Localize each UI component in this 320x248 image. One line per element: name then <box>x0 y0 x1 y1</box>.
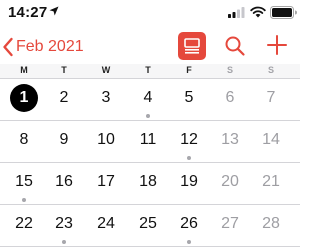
day-cell[interactable]: 25 <box>134 210 162 238</box>
battery-icon <box>270 6 297 19</box>
location-arrow-icon <box>49 6 59 16</box>
day-cell[interactable]: 19 <box>175 168 203 196</box>
wifi-icon <box>250 6 266 18</box>
day-cell[interactable]: 27 <box>216 210 244 238</box>
week-row: 15 16 17 18 19 20 21 <box>0 163 300 205</box>
day-cell[interactable]: 23 <box>50 210 78 244</box>
add-event-icon[interactable] <box>266 34 288 56</box>
back-to-month-button[interactable]: Feb 2021 <box>2 36 84 58</box>
day-number: 18 <box>139 173 157 190</box>
day-cell[interactable]: 4 <box>134 84 162 118</box>
day-number: 25 <box>139 215 157 232</box>
day-number: 24 <box>97 215 115 232</box>
day-number: 26 <box>180 215 198 232</box>
day-number: 27 <box>221 215 239 232</box>
weekday-label: F <box>186 65 192 75</box>
event-indicator-dot <box>187 240 191 244</box>
day-number: 12 <box>180 131 198 148</box>
day-cell[interactable]: 12 <box>175 126 203 160</box>
day-number: 22 <box>15 215 33 232</box>
day-number: 1 <box>10 84 38 112</box>
day-cell-today[interactable]: 1 <box>10 84 38 112</box>
day-cell[interactable]: 7 <box>257 84 285 112</box>
list-view-toggle-button[interactable] <box>178 32 206 60</box>
day-cell[interactable]: 28 <box>257 210 285 238</box>
week-row: 1 2 3 4 5 6 7 <box>0 79 300 121</box>
weekday-label: T <box>145 65 151 75</box>
day-number: 28 <box>262 215 280 232</box>
day-cell[interactable]: 10 <box>92 126 120 154</box>
day-number: 2 <box>59 89 69 106</box>
day-cell[interactable]: 9 <box>50 126 78 154</box>
weekday-label: M <box>20 65 28 75</box>
day-number: 8 <box>19 131 29 148</box>
day-number: 7 <box>266 89 276 106</box>
event-indicator-dot <box>62 240 66 244</box>
day-number: 20 <box>221 173 239 190</box>
day-number: 17 <box>97 173 115 190</box>
weekday-label: T <box>61 65 67 75</box>
day-number: 13 <box>221 131 239 148</box>
search-icon[interactable] <box>224 35 246 57</box>
event-indicator-dot <box>22 198 26 202</box>
day-cell[interactable]: 6 <box>216 84 244 112</box>
day-cell[interactable]: 18 <box>134 168 162 196</box>
day-cell[interactable]: 3 <box>92 84 120 112</box>
day-number: 15 <box>15 173 33 190</box>
day-cell[interactable]: 22 <box>10 210 38 238</box>
day-cell[interactable]: 5 <box>175 84 203 112</box>
day-cell[interactable]: 15 <box>10 168 38 202</box>
day-number: 4 <box>143 89 153 106</box>
day-number: 11 <box>139 131 157 148</box>
event-indicator-dot <box>187 156 191 160</box>
day-cell[interactable]: 11 <box>134 126 162 154</box>
event-indicator-dot <box>146 114 150 118</box>
week-row: 22 23 24 25 26 27 28 <box>0 205 300 247</box>
day-cell[interactable]: 8 <box>10 126 38 154</box>
day-number: 3 <box>101 89 111 106</box>
status-time: 14:27 <box>8 4 48 21</box>
chevron-left-icon <box>3 37 13 57</box>
day-number: 9 <box>59 131 69 148</box>
day-number: 16 <box>55 173 73 190</box>
week-row: 8 9 10 11 12 13 14 <box>0 121 300 163</box>
day-number: 10 <box>97 131 115 148</box>
day-cell[interactable]: 20 <box>216 168 244 196</box>
day-cell[interactable]: 26 <box>175 210 203 244</box>
weekday-label: W <box>101 65 111 75</box>
day-number: 19 <box>180 173 198 190</box>
day-number: 14 <box>262 131 280 148</box>
day-cell[interactable]: 2 <box>50 84 78 112</box>
list-view-icon <box>184 38 200 54</box>
nav-bar: Feb 2021 <box>0 28 300 66</box>
weekday-label: S <box>267 65 274 75</box>
day-cell[interactable]: 16 <box>50 168 78 196</box>
month-label: Feb 2021 <box>16 38 84 55</box>
day-number: 5 <box>184 89 194 106</box>
cellular-signal-icon <box>228 7 245 18</box>
day-number: 21 <box>262 173 280 190</box>
day-number: 6 <box>225 89 235 106</box>
weekday-label: S <box>226 65 233 75</box>
day-cell[interactable]: 14 <box>257 126 285 154</box>
day-number: 23 <box>55 215 73 232</box>
weekday-header: M T W T F S S <box>0 64 300 79</box>
day-cell[interactable]: 24 <box>92 210 120 238</box>
day-cell[interactable]: 17 <box>92 168 120 196</box>
status-bar: 14:27 <box>0 0 300 26</box>
day-cell[interactable]: 21 <box>257 168 285 196</box>
day-cell[interactable]: 13 <box>216 126 244 154</box>
